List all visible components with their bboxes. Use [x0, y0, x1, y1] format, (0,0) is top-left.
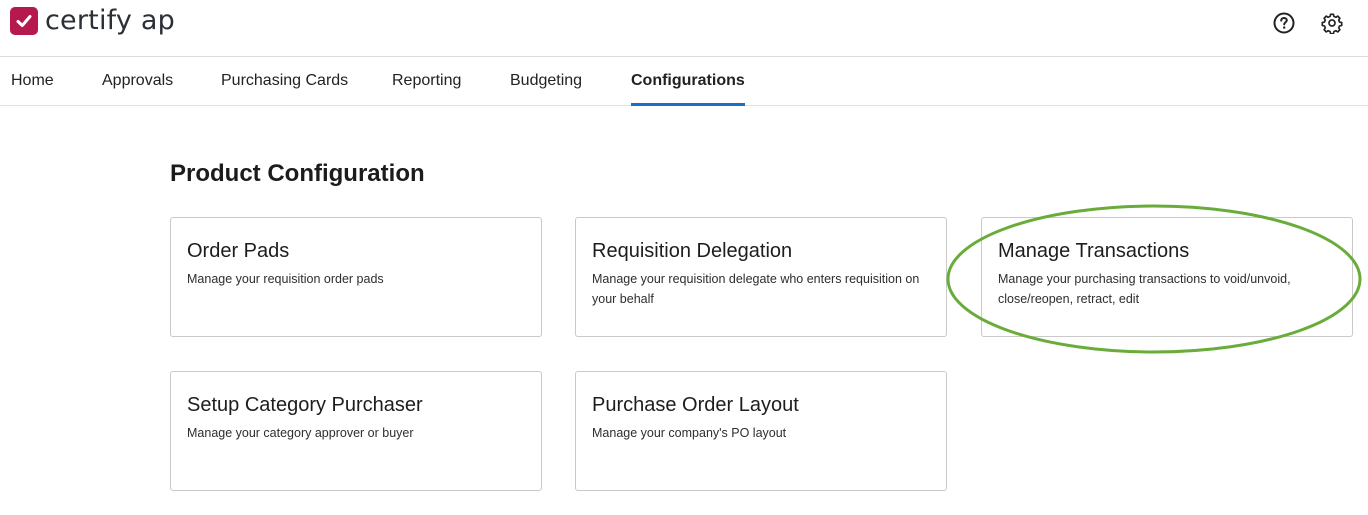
help-button[interactable] — [1272, 11, 1296, 35]
tab-reporting[interactable]: Reporting — [392, 57, 461, 105]
card-setup-category-purchaser[interactable]: Setup Category Purchaser Manage your cat… — [170, 371, 542, 491]
card-description: Manage your requisition order pads — [187, 272, 384, 286]
checkmark-logo-icon — [10, 7, 38, 35]
card-manage-transactions[interactable]: Manage Transactions Manage your purchasi… — [981, 217, 1353, 337]
app-name: certify ap — [45, 5, 175, 36]
card-description: Manage your requisition delegate who ent… — [592, 272, 920, 306]
settings-button[interactable] — [1320, 11, 1344, 35]
tab-configurations[interactable]: Configurations — [631, 57, 745, 106]
card-title: Manage Transactions — [998, 240, 1190, 262]
app-logo[interactable]: certify ap — [10, 7, 175, 35]
main-nav: Home Approvals Purchasing Cards Reportin… — [0, 57, 1368, 106]
tab-approvals[interactable]: Approvals — [102, 57, 173, 105]
card-description: Manage your category approver or buyer — [187, 426, 414, 440]
gear-icon — [1321, 13, 1343, 34]
card-description: Manage your company's PO layout — [592, 426, 787, 440]
card-purchase-order-layout[interactable]: Purchase Order Layout Manage your compan… — [575, 371, 947, 491]
card-title: Setup Category Purchaser — [187, 394, 423, 416]
page-title: Product Configuration — [170, 160, 425, 187]
card-description: Manage your purchasing transactions to v… — [998, 272, 1291, 306]
card-order-pads[interactable]: Order Pads Manage your requisition order… — [170, 217, 542, 337]
card-requisition-delegation[interactable]: Requisition Delegation Manage your requi… — [575, 217, 947, 337]
tab-home[interactable]: Home — [11, 57, 54, 105]
top-bar: certify ap — [0, 0, 1368, 57]
tab-budgeting[interactable]: Budgeting — [510, 57, 582, 105]
question-circle-icon — [1273, 12, 1295, 34]
card-title: Purchase Order Layout — [592, 394, 799, 416]
tab-purchasing-cards[interactable]: Purchasing Cards — [221, 57, 348, 105]
card-title: Order Pads — [187, 240, 290, 262]
card-title: Requisition Delegation — [592, 240, 793, 262]
